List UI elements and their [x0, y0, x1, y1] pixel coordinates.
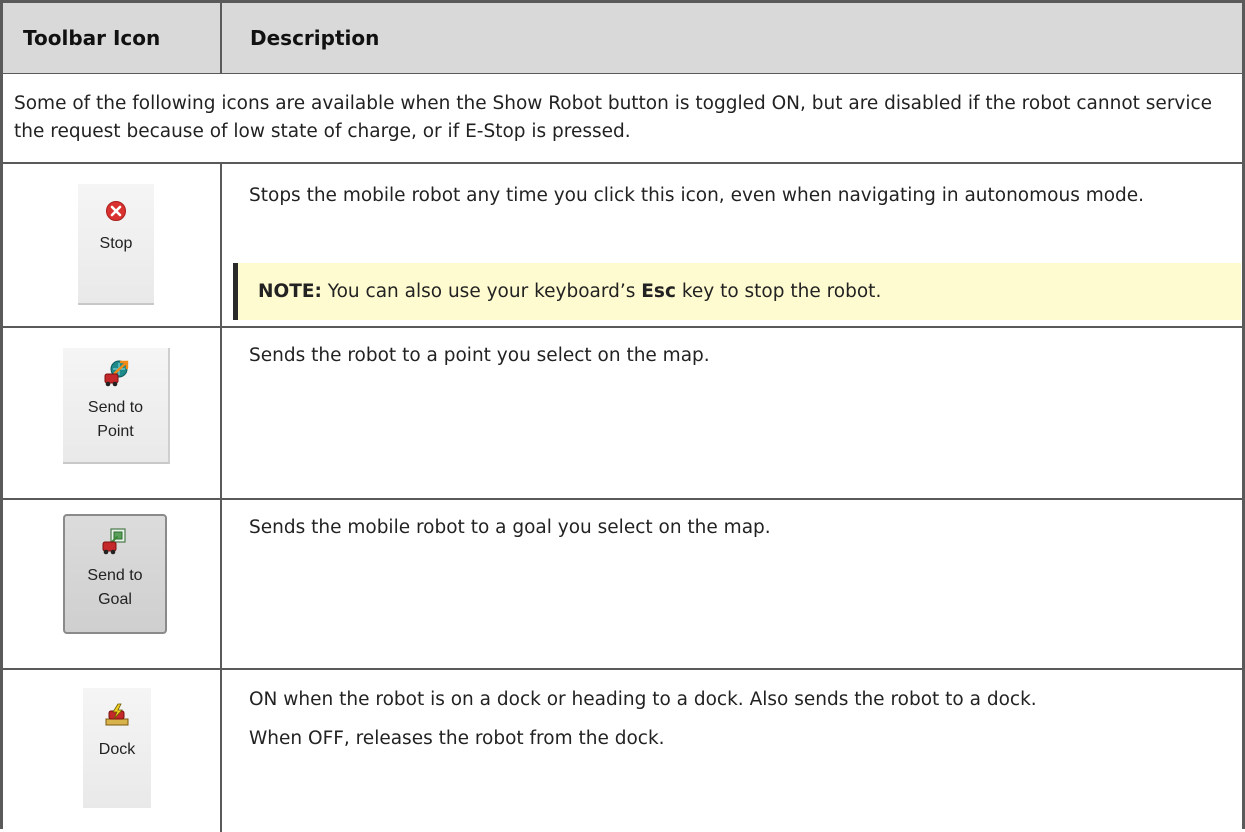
note-text-end: key to stop the robot.	[681, 281, 882, 302]
send-to-goal-icon	[100, 526, 130, 564]
table-row-stop: Stop Stops the mobile robot any time you…	[3, 164, 1242, 328]
send-to-point-label: Send to Point	[87, 399, 144, 440]
dock-icon	[104, 702, 130, 736]
send-to-point-icon	[101, 358, 131, 396]
send-to-point-description: Sends the robot to a point you select on…	[249, 345, 710, 366]
dock-description-off: When OFF, releases the robot from the do…	[249, 728, 665, 749]
stop-label: Stop	[99, 235, 133, 252]
note-text: You can also use your keyboard’s	[327, 281, 636, 302]
column-divider	[220, 164, 222, 326]
dock-label: Dock	[98, 741, 136, 758]
send-to-goal-label: Send to Goal	[87, 567, 143, 608]
toolbar-icon-table: Toolbar Icon Description Some of the fol…	[0, 0, 1245, 832]
dock-description: ON when the robot is on a dock or headin…	[249, 686, 1229, 753]
stop-description: Stops the mobile robot any time you clic…	[249, 185, 1145, 206]
note-key: Esc	[641, 281, 676, 302]
table-row-send-to-point: Send to Point Sends the robot to a point…	[3, 328, 1242, 500]
send-to-goal-button-image: Send to Goal	[63, 514, 167, 634]
table-header: Toolbar Icon Description	[3, 3, 1242, 74]
column-divider	[220, 3, 222, 73]
column-divider	[220, 500, 222, 668]
header-toolbar-icon: Toolbar Icon	[23, 26, 161, 50]
intro-row: Some of the following icons are availabl…	[3, 74, 1242, 164]
table-row-dock: Dock ON when the robot is on a dock or h…	[3, 670, 1242, 832]
column-divider	[220, 670, 222, 832]
header-description: Description	[250, 26, 380, 50]
stop-button-image: Stop	[78, 184, 154, 305]
intro-text: Some of the following icons are availabl…	[14, 93, 1213, 142]
table-row-send-to-goal: Send to Goal Sends the mobile robot to a…	[3, 500, 1242, 670]
send-to-goal-description: Sends the mobile robot to a goal you sel…	[249, 517, 771, 538]
dock-button-image: Dock	[83, 688, 151, 808]
column-divider	[220, 328, 222, 498]
stop-icon	[105, 200, 127, 230]
note-prefix: NOTE:	[258, 281, 322, 302]
send-to-point-button-image: Send to Point	[63, 348, 170, 464]
note-callout: NOTE: You can also use your keyboard’s E…	[233, 263, 1241, 320]
